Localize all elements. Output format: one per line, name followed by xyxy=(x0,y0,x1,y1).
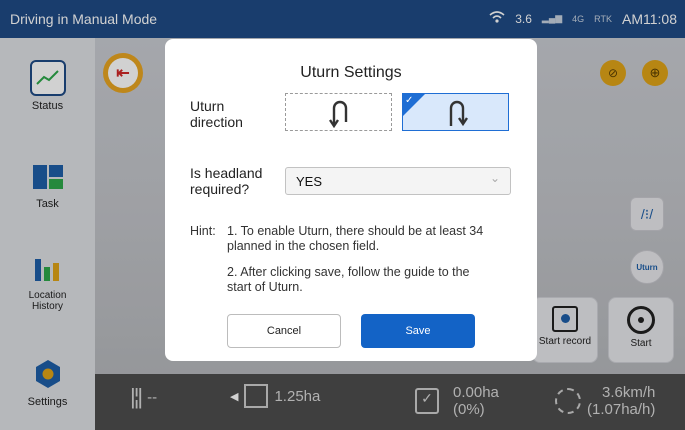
uturn-settings-dialog: Uturn Settings Uturn direction ✓ Is head… xyxy=(165,39,537,361)
cancel-button[interactable]: Cancel xyxy=(227,314,341,348)
headland-select[interactable]: YES ⌄ xyxy=(285,167,511,195)
hint-prefix: Hint: xyxy=(190,224,216,238)
uturn-left-arrow-icon xyxy=(329,100,348,128)
hint-1: 1. To enable Uturn, there should be at l… xyxy=(227,224,484,253)
chevron-down-icon: ⌄ xyxy=(489,171,500,185)
hint-2: 2. After clicking save, follow the guide… xyxy=(227,265,470,294)
uturn-right-arrow-icon xyxy=(449,100,468,127)
uturn-direction-label: Uturn direction xyxy=(190,98,243,130)
save-button[interactable]: Save xyxy=(361,314,475,348)
headland-label: Is headland required? xyxy=(190,165,263,197)
uturn-left-option[interactable] xyxy=(285,93,392,131)
headland-select-value: YES xyxy=(296,174,323,189)
uturn-right-option[interactable]: ✓ xyxy=(402,93,509,131)
check-icon: ✓ xyxy=(405,95,414,106)
dialog-title: Uturn Settings xyxy=(300,64,402,81)
